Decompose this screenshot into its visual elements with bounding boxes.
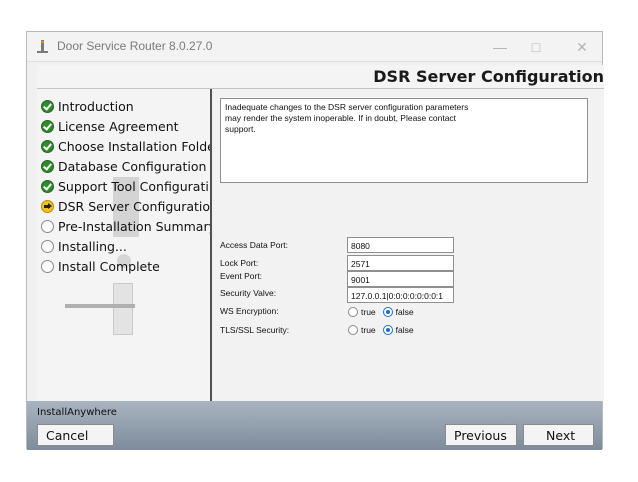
step-install-complete: Install Complete xyxy=(41,259,160,277)
step-introduction: Introduction xyxy=(41,99,134,117)
close-icon[interactable]: ✕ xyxy=(567,36,597,58)
step-label: Pre-Installation Summary xyxy=(58,219,212,234)
tls-ssl-true-radio[interactable] xyxy=(348,325,358,335)
checkmark-icon xyxy=(41,140,54,153)
security-valve-input[interactable]: 127.0.0.1|0:0:0:0:0:0:0:1 xyxy=(347,287,454,303)
lock-port-input[interactable]: 2571 xyxy=(347,255,454,271)
step-label: Introduction xyxy=(58,99,134,114)
window-title: Door Service Router 8.0.27.0 xyxy=(57,39,213,53)
radio-label: true xyxy=(361,307,376,317)
cancel-button[interactable]: Cancel xyxy=(37,424,114,446)
radio-label: true xyxy=(361,325,376,335)
step-label: Install Complete xyxy=(58,259,160,274)
page-title: DSR Server Configuration xyxy=(373,67,604,86)
empty-circle-icon xyxy=(41,260,54,273)
step-installing: Installing... xyxy=(41,239,127,257)
configuration-panel: Inadequate changes to the DSR server con… xyxy=(214,89,604,401)
checkmark-icon xyxy=(41,100,54,113)
warning-notice: Inadequate changes to the DSR server con… xyxy=(220,98,588,183)
step-label: Choose Installation Folder xyxy=(58,139,212,154)
ws-encryption-false-radio[interactable] xyxy=(382,307,393,317)
checkmark-icon xyxy=(41,120,54,133)
lock-port-label: Lock Port: xyxy=(220,258,259,268)
tls-ssl-false-radio[interactable] xyxy=(382,325,393,335)
previous-button[interactable]: Previous xyxy=(445,424,517,446)
page-header: DSR Server Configuration xyxy=(37,65,604,89)
installer-window: Door Service Router 8.0.27.0 — □ ✕ DSR S… xyxy=(26,31,604,450)
minimize-icon[interactable]: — xyxy=(485,36,515,58)
notice-line: may render the system inoperable. If in … xyxy=(225,113,457,123)
door-router-app-icon xyxy=(36,38,50,54)
step-support-tool-configuration: Support Tool Configurati... xyxy=(41,179,212,197)
checkmark-icon xyxy=(41,180,54,193)
step-license-agreement: License Agreement xyxy=(41,119,179,137)
step-label: Installing... xyxy=(58,239,127,254)
empty-circle-icon xyxy=(41,220,54,233)
notice-line: support. xyxy=(225,124,256,134)
installanywhere-brand: InstallAnywhere xyxy=(37,407,117,418)
step-label: DSR Server Configuration xyxy=(58,199,212,214)
ws-encryption-label: WS Encryption: xyxy=(220,306,279,316)
step-database-configuration: Database Configuration xyxy=(41,159,206,177)
step-dsr-server-configuration: DSR Server Configuration xyxy=(41,199,212,217)
empty-circle-icon xyxy=(41,240,54,253)
security-valve-label: Security Valve: xyxy=(220,288,277,298)
step-label: Database Configuration xyxy=(58,159,207,174)
maximize-icon[interactable]: □ xyxy=(521,36,551,58)
step-choose-installation-folder: Choose Installation Folder xyxy=(41,139,212,157)
title-bar[interactable]: Door Service Router 8.0.27.0 — □ ✕ xyxy=(27,32,602,62)
arrow-right-icon xyxy=(41,200,54,213)
radio-label: false xyxy=(395,307,414,317)
ws-encryption-true-radio[interactable] xyxy=(348,307,358,317)
radio-label: false xyxy=(395,325,414,335)
notice-line: Inadequate changes to the DSR server con… xyxy=(225,102,469,112)
checkmark-icon xyxy=(41,160,54,173)
step-pre-installation-summary: Pre-Installation Summary xyxy=(41,219,212,237)
next-button[interactable]: Next xyxy=(523,424,594,446)
tls-ssl-security-radio-group: true false xyxy=(348,325,421,335)
step-label: License Agreement xyxy=(58,119,179,134)
ws-encryption-radio-group: true false xyxy=(348,307,421,317)
steps-sidebar: Introduction License Agreement Choose In… xyxy=(37,89,212,401)
tls-ssl-security-label: TLS/SSL Security: xyxy=(220,325,290,335)
event-port-label: Event Port: xyxy=(220,271,263,281)
footer-bar: InstallAnywhere Cancel Previous Next xyxy=(27,401,602,450)
step-label: Support Tool Configurati... xyxy=(58,179,212,194)
access-data-port-input[interactable]: 8080 xyxy=(347,237,454,253)
event-port-input[interactable]: 9001 xyxy=(347,271,454,287)
access-data-port-label: Access Data Port: xyxy=(220,240,289,250)
